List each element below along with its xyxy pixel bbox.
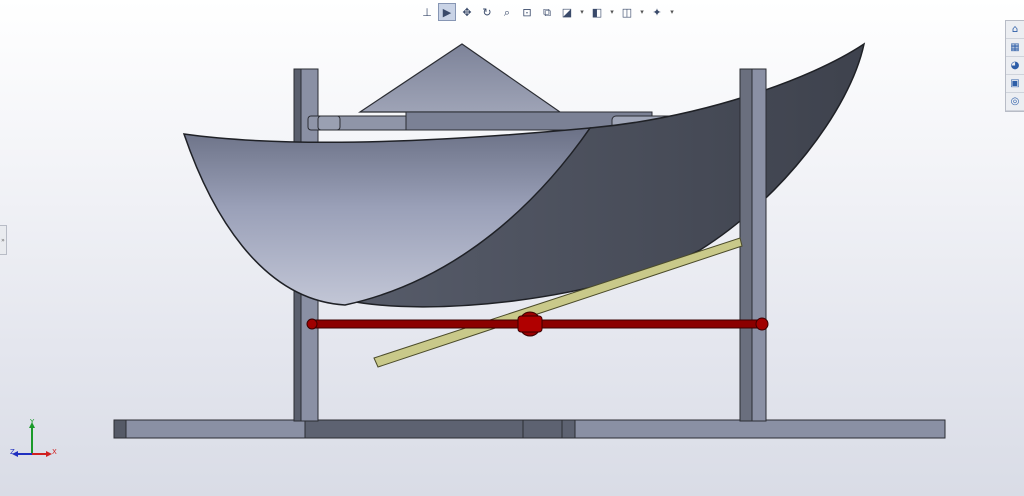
coordinate-triad: Y X Z xyxy=(10,418,60,462)
right-upright xyxy=(739,68,767,422)
drive-shaft xyxy=(306,311,769,337)
base-plate xyxy=(113,419,946,439)
graphics-area-model[interactable] xyxy=(0,0,1024,496)
dish-back-panel xyxy=(358,43,562,113)
triad-y-label: Y xyxy=(30,418,35,426)
triad-x-label: X xyxy=(52,448,57,456)
triad-z-label: Z xyxy=(10,448,15,456)
